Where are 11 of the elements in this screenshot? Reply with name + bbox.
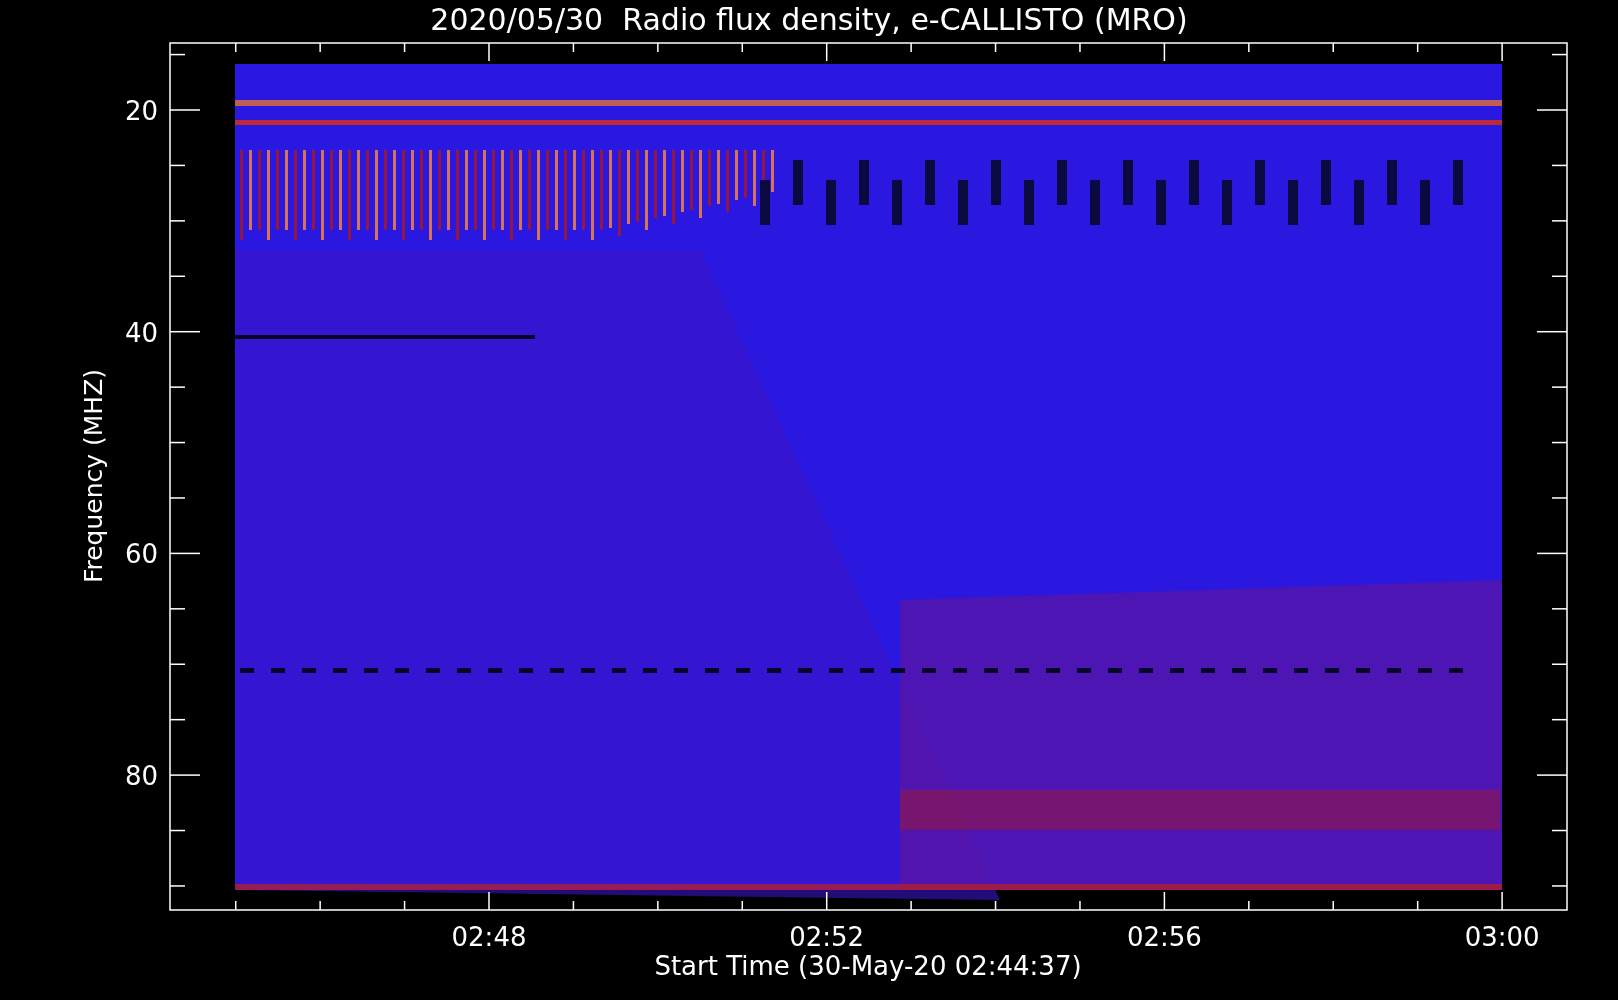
x-tick-label: 02:56 bbox=[1126, 922, 1202, 952]
y-axis-label: Frequency (MHZ) bbox=[79, 368, 108, 584]
chart-title: 2020/05/30 Radio flux density, e-CALLISTO (MRO) bbox=[430, 1, 1188, 39]
x-tick-label: 03:00 bbox=[1464, 922, 1540, 952]
y-tick-label: 80 bbox=[124, 761, 158, 792]
y-tick-label: 20 bbox=[124, 96, 158, 126]
y-tick-label: 60 bbox=[124, 539, 158, 570]
x-tick-label: 02:52 bbox=[789, 922, 865, 952]
x-axis-label: Start Time (30-May-20 02:44:37) bbox=[654, 951, 1082, 981]
y-tick-label: 40 bbox=[124, 317, 158, 348]
x-tick-label: 02:48 bbox=[451, 922, 527, 952]
